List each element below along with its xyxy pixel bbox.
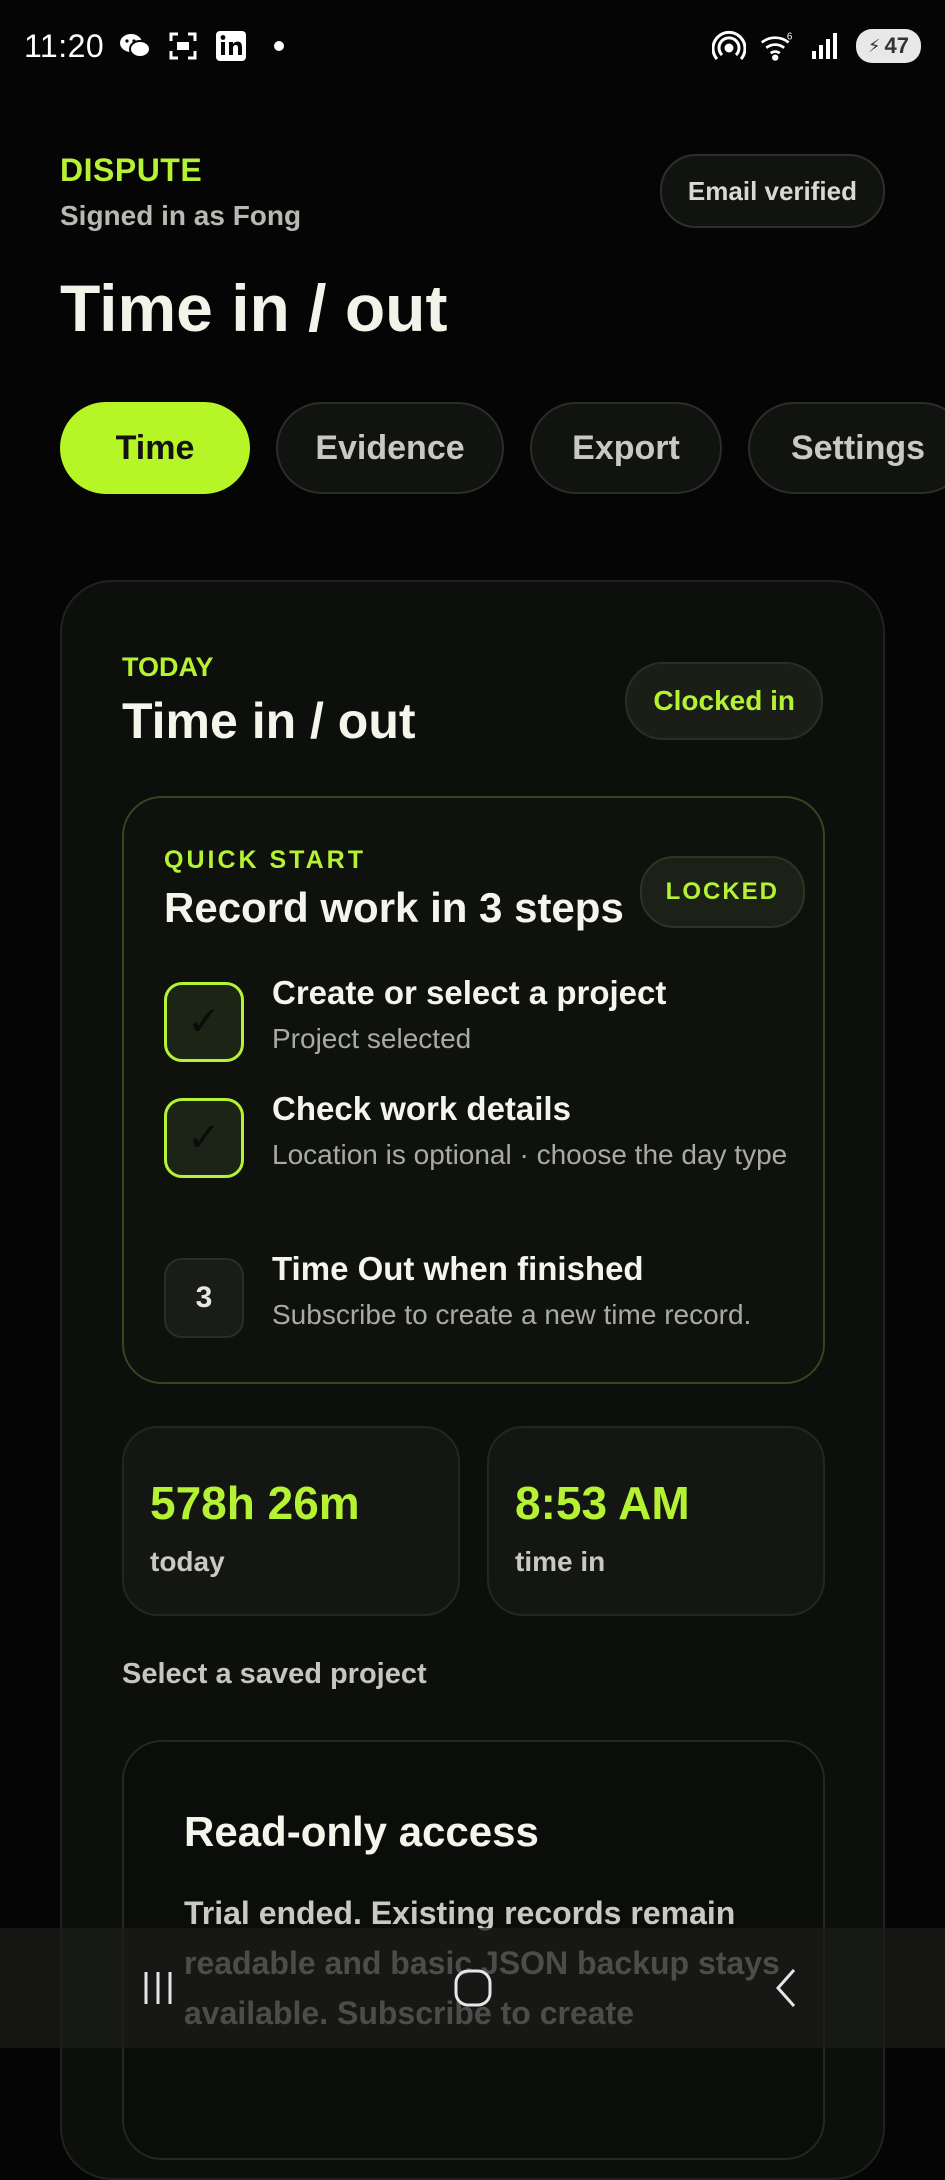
quick-start-panel: QUICK START Record work in 3 steps LOCKE… xyxy=(122,796,825,1384)
step-title: Time Out when finished xyxy=(272,1250,644,1287)
home-icon xyxy=(454,1969,491,2007)
today-eyebrow: TODAY xyxy=(122,652,214,682)
read-only-title: Read-only access xyxy=(184,1808,539,1855)
status-bar: 11:20 6 ⚡ 47 xyxy=(0,0,945,92)
tab-time[interactable]: Time xyxy=(60,402,250,494)
back-button[interactable] xyxy=(728,1948,848,2028)
wechat-icon xyxy=(118,29,152,63)
home-button[interactable] xyxy=(413,1948,533,2028)
step-title: Create or select a project xyxy=(272,974,667,1011)
back-icon xyxy=(775,1969,795,2007)
quick-start-title: Record work in 3 steps xyxy=(164,884,624,931)
battery-icon: ⚡ 47 xyxy=(855,29,921,63)
dot-icon xyxy=(262,29,296,63)
step-title: Check work details xyxy=(272,1090,571,1127)
svg-text:6: 6 xyxy=(787,32,793,43)
clocked-in-badge: Clocked in xyxy=(625,662,823,740)
system-nav-bar xyxy=(0,1928,945,2048)
linkedin-icon xyxy=(214,29,248,63)
stat-label: today xyxy=(150,1546,225,1577)
step-subtitle: Location is optional · choose the day ty… xyxy=(272,1139,788,1170)
scan-icon xyxy=(166,29,200,63)
quick-start-eyebrow: QUICK START xyxy=(164,846,366,874)
page-title: Time in / out xyxy=(60,271,448,345)
locked-badge: LOCKED xyxy=(639,856,805,928)
recents-icon xyxy=(144,1972,171,2004)
check-icon: ✓ xyxy=(164,1098,244,1178)
battery-level: 47 xyxy=(884,33,909,58)
email-verified-badge[interactable]: Email verified xyxy=(659,154,885,228)
tab-evidence[interactable]: Evidence xyxy=(276,402,504,494)
select-project-label: Select a saved project xyxy=(122,1658,427,1690)
today-title: Time in / out xyxy=(122,693,416,749)
step-number: 3 xyxy=(164,1258,244,1338)
stat-label: time in xyxy=(515,1546,606,1577)
tab-bar: Time Evidence Export Settings xyxy=(60,402,945,494)
hotspot-icon xyxy=(711,29,746,63)
recent-apps-button[interactable] xyxy=(98,1948,218,2028)
stat-value: 8:53 AM xyxy=(515,1477,690,1529)
signal-icon xyxy=(808,29,842,63)
signed-in-text: Signed in as Fong xyxy=(60,200,302,231)
tab-export[interactable]: Export xyxy=(530,402,722,494)
stat-value: 578h 26m xyxy=(150,1477,360,1529)
check-icon: ✓ xyxy=(164,982,244,1062)
status-time: 11:20 xyxy=(24,27,105,64)
tab-settings[interactable]: Settings xyxy=(748,402,945,494)
stat-today: 578h 26m today xyxy=(122,1426,460,1616)
stat-time-in: 8:53 AM time in xyxy=(487,1426,825,1616)
step-subtitle: Project selected xyxy=(272,1023,472,1054)
app-brand: DISPUTE xyxy=(60,152,203,188)
wifi-icon: 6 xyxy=(760,29,794,63)
step-subtitle: Subscribe to create a new time record. xyxy=(272,1299,752,1330)
